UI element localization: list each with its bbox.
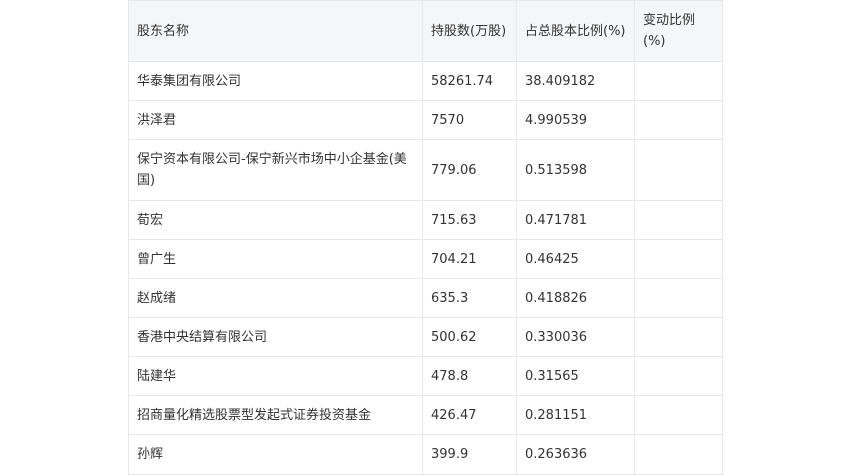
table-row: 荀宏 715.63 0.471781 <box>128 200 723 240</box>
shareholder-table-container: 股东名称 持股数(万股) 占总股本比例(%) 变动比例(%) 华泰集团有限公司 … <box>128 0 723 475</box>
cell-share-ratio: 0.330036 <box>516 317 635 357</box>
header-shareholder-name: 股东名称 <box>128 0 423 62</box>
cell-shares-held: 500.62 <box>422 317 517 357</box>
cell-shares-held: 58261.74 <box>422 61 517 101</box>
cell-shares-held: 7570 <box>422 100 517 140</box>
cell-change-ratio <box>634 278 723 318</box>
cell-shareholder-name: 陆建华 <box>128 356 423 396</box>
table-row: 孙辉 399.9 0.263636 <box>128 434 723 475</box>
shareholder-table: 股东名称 持股数(万股) 占总股本比例(%) 变动比例(%) 华泰集团有限公司 … <box>128 0 723 475</box>
cell-shares-held: 704.21 <box>422 239 517 279</box>
cell-change-ratio <box>634 356 723 396</box>
cell-share-ratio: 0.46425 <box>516 239 635 279</box>
cell-share-ratio: 0.513598 <box>516 139 635 201</box>
cell-share-ratio: 0.31565 <box>516 356 635 396</box>
table-row: 洪泽君 7570 4.990539 <box>128 100 723 140</box>
cell-shares-held: 715.63 <box>422 200 517 240</box>
header-shares-held: 持股数(万股) <box>422 0 517 62</box>
table-header-row: 股东名称 持股数(万股) 占总股本比例(%) 变动比例(%) <box>128 0 723 62</box>
cell-share-ratio: 0.263636 <box>516 434 635 475</box>
table-row: 陆建华 478.8 0.31565 <box>128 356 723 396</box>
table-row: 保宁资本有限公司-保宁新兴市场中小企基金(美国) 779.06 0.513598 <box>128 139 723 201</box>
table-row: 赵成绪 635.3 0.418826 <box>128 278 723 318</box>
cell-shares-held: 635.3 <box>422 278 517 318</box>
cell-shareholder-name: 保宁资本有限公司-保宁新兴市场中小企基金(美国) <box>128 139 423 201</box>
table-row: 香港中央结算有限公司 500.62 0.330036 <box>128 317 723 357</box>
header-change-ratio: 变动比例(%) <box>634 0 723 62</box>
cell-share-ratio: 0.418826 <box>516 278 635 318</box>
cell-shareholder-name: 荀宏 <box>128 200 423 240</box>
cell-shareholder-name: 孙辉 <box>128 434 423 475</box>
cell-change-ratio <box>634 100 723 140</box>
table-row: 曾广生 704.21 0.46425 <box>128 239 723 279</box>
cell-shares-held: 779.06 <box>422 139 517 201</box>
cell-change-ratio <box>634 239 723 279</box>
cell-share-ratio: 4.990539 <box>516 100 635 140</box>
cell-shareholder-name: 赵成绪 <box>128 278 423 318</box>
cell-shareholder-name: 香港中央结算有限公司 <box>128 317 423 357</box>
cell-share-ratio: 0.281151 <box>516 395 635 435</box>
cell-share-ratio: 38.409182 <box>516 61 635 101</box>
cell-change-ratio <box>634 200 723 240</box>
cell-shareholder-name: 招商量化精选股票型发起式证券投资基金 <box>128 395 423 435</box>
cell-shareholder-name: 洪泽君 <box>128 100 423 140</box>
table-row: 招商量化精选股票型发起式证券投资基金 426.47 0.281151 <box>128 395 723 435</box>
table-row: 华泰集团有限公司 58261.74 38.409182 <box>128 61 723 101</box>
cell-change-ratio <box>634 395 723 435</box>
cell-shares-held: 478.8 <box>422 356 517 396</box>
cell-change-ratio <box>634 139 723 201</box>
cell-shareholder-name: 华泰集团有限公司 <box>128 61 423 101</box>
cell-shares-held: 426.47 <box>422 395 517 435</box>
cell-share-ratio: 0.471781 <box>516 200 635 240</box>
cell-change-ratio <box>634 317 723 357</box>
cell-change-ratio <box>634 434 723 475</box>
cell-shares-held: 399.9 <box>422 434 517 475</box>
cell-change-ratio <box>634 61 723 101</box>
header-share-ratio: 占总股本比例(%) <box>516 0 635 62</box>
cell-shareholder-name: 曾广生 <box>128 239 423 279</box>
